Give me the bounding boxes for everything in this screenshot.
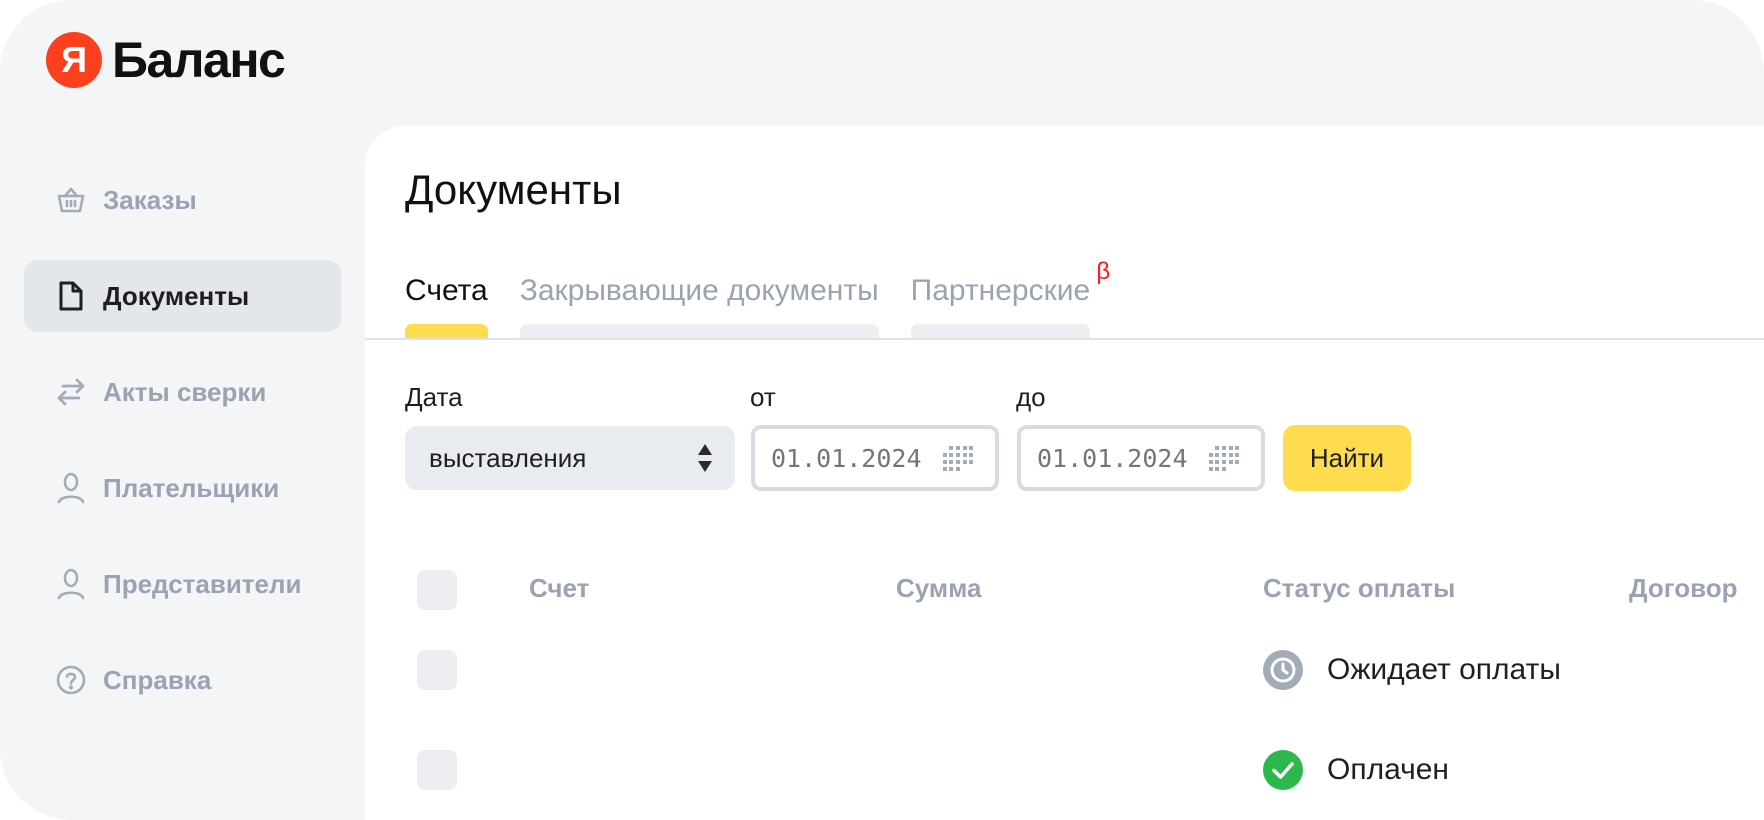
beta-badge: β [1096, 258, 1111, 285]
clock-icon [1263, 650, 1303, 690]
user-icon [54, 471, 88, 505]
from-label: от [750, 382, 776, 412]
sidebar-item-reconciliation[interactable]: Акты сверки [24, 356, 341, 428]
sidebar-item-payers[interactable]: Плательщики [24, 452, 341, 524]
tab-partner[interactable]: Партнерские β [910, 258, 1110, 338]
date-label: Дата [405, 382, 463, 412]
sidebar-item-representatives[interactable]: Представители [24, 548, 341, 620]
sidebar: Заказы Документы Акты сверки Плательщики… [24, 164, 341, 740]
calendar-icon[interactable] [1209, 444, 1239, 472]
tab-label: Закрывающие документы [519, 274, 879, 307]
status-text: Ожидает оплаты [1327, 653, 1561, 686]
basket-icon [54, 183, 88, 217]
to-label: до [1016, 382, 1046, 412]
column-header-contract[interactable]: Договор [1629, 573, 1738, 604]
select-all-checkbox[interactable] [417, 570, 457, 610]
logo[interactable]: Я Баланс [46, 32, 286, 88]
sidebar-item-label: Заказы [103, 184, 197, 215]
row-checkbox[interactable] [417, 750, 457, 790]
tab-indicator [405, 324, 488, 338]
status-text: Оплачен [1327, 753, 1449, 786]
payment-status: Оплачен [1263, 750, 1449, 790]
tab-indicator [519, 324, 879, 338]
user-icon [54, 567, 88, 601]
tabs-divider [365, 338, 1764, 340]
find-button[interactable]: Найти [1283, 425, 1411, 491]
arrows-exchange-icon [54, 375, 88, 409]
tab-indicator [910, 324, 1091, 338]
document-icon [54, 279, 88, 313]
sidebar-item-label: Документы [103, 280, 250, 311]
select-arrows-icon [698, 444, 712, 472]
sidebar-item-help[interactable]: Справка [24, 644, 341, 716]
date-type-select[interactable]: выставления [405, 426, 735, 490]
column-header-invoice[interactable]: Счет [529, 573, 589, 604]
main-panel: Документы Счета Закрывающие документы Па… [365, 126, 1764, 820]
date-type-value: выставления [429, 442, 587, 473]
sidebar-item-label: Представители [103, 568, 302, 599]
check-circle-icon [1263, 750, 1303, 790]
tab-invoices[interactable]: Счета [405, 274, 488, 338]
tabs: Счета Закрывающие документы Партнерские … [405, 258, 1122, 338]
calendar-icon[interactable] [943, 444, 973, 472]
sidebar-item-label: Плательщики [103, 472, 280, 503]
sidebar-item-documents[interactable]: Документы [24, 260, 341, 332]
payment-status: Ожидает оплаты [1263, 650, 1561, 690]
sidebar-item-label: Справка [103, 664, 212, 695]
app-window: Я Баланс Заказы Документы Акты сверки Пл… [0, 0, 1764, 820]
column-header-payment-status[interactable]: Статус оплаты [1263, 573, 1455, 604]
yandex-logo-icon: Я [46, 32, 102, 88]
column-header-amount[interactable]: Сумма [896, 573, 981, 604]
help-icon [54, 663, 88, 697]
page-title: Документы [405, 166, 622, 213]
logo-text: Баланс [112, 32, 286, 88]
tab-label: Партнерские [910, 274, 1091, 307]
row-checkbox[interactable] [417, 650, 457, 690]
sidebar-item-label: Акты сверки [103, 376, 267, 407]
tab-label: Счета [405, 274, 488, 307]
tab-closing-documents[interactable]: Закрывающие документы [519, 274, 879, 338]
sidebar-item-orders[interactable]: Заказы [24, 164, 341, 236]
